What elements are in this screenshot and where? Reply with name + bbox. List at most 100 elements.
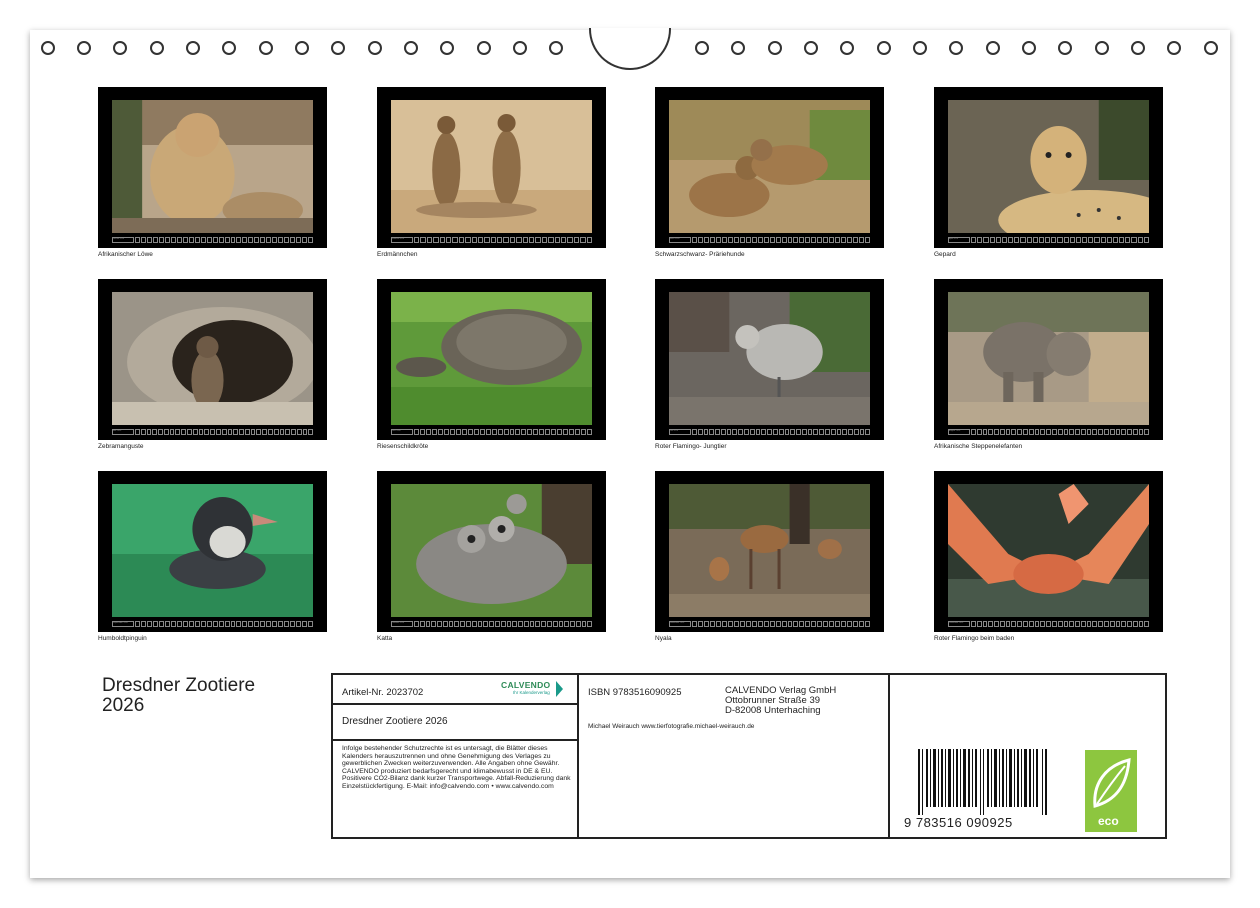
month-thumbnail: September 2026 <box>98 471 327 632</box>
isbn-barcode: 9 783516 090925 <box>904 749 1048 833</box>
binding-ring <box>1167 41 1181 55</box>
month-thumbnail: März 2026 <box>655 87 884 248</box>
month-thumbnail: November 2026 <box>655 471 884 632</box>
calvendo-logo-subtext: Ihr Kalenderverlag <box>513 690 550 695</box>
binding-ring <box>186 41 200 55</box>
calvendo-logo: CALVENDO Ihr Kalenderverlag <box>501 680 571 698</box>
eco-label: eco <box>1098 814 1119 828</box>
month-day-strip: Februar 2026 <box>391 237 592 243</box>
month-thumbnail: April 2026 <box>934 87 1163 248</box>
photo-caption: Riesenschildkröte <box>377 443 429 450</box>
photo-caption: Erdmännchen <box>377 251 418 258</box>
mongoose-photo <box>112 292 313 425</box>
calendar-title-line1: Dresdner Zootiere <box>102 675 256 696</box>
binding-ring <box>1204 41 1218 55</box>
binding-ring <box>404 41 418 55</box>
lemur-photo <box>391 484 592 617</box>
row-divider <box>333 739 577 741</box>
month-label: September 2026 <box>112 621 134 627</box>
binding-ring <box>41 41 55 55</box>
author-credit: Michael Weirauch www.tierfotografie.mich… <box>588 723 755 730</box>
flamingo-bathing-photo <box>948 484 1149 617</box>
binding-ring <box>440 41 454 55</box>
binding-ring <box>877 41 891 55</box>
photo-caption: Afrikanischer Löwe <box>98 251 153 258</box>
article-number: Artikel-Nr. 2023702 <box>342 687 424 698</box>
calendar-title: Dresdner Zootiere 2026 <box>102 676 255 716</box>
photo-caption: Zebramanguste <box>98 443 144 450</box>
photo-caption: Gepard <box>934 251 956 258</box>
penguin-photo <box>112 484 313 617</box>
binding-ring <box>549 41 563 55</box>
month-thumbnail: August 2026 <box>934 279 1163 440</box>
lion-photo <box>112 100 313 233</box>
binding-ring <box>477 41 491 55</box>
binding-ring <box>804 41 818 55</box>
publisher-info-panel: Artikel-Nr. 2023702 CALVENDO Ihr Kalende… <box>331 673 1167 839</box>
publisher-city: D-82008 Unterhaching <box>725 705 821 716</box>
binding-ring <box>331 41 345 55</box>
month-day-strip: August 2026 <box>948 429 1150 435</box>
binding-ring <box>768 41 782 55</box>
month-thumbnail: Juni 2026 <box>377 279 606 440</box>
photo-caption: Humboldtpinguin <box>98 635 147 642</box>
barcode-digits: 9 783516 090925 <box>904 815 1013 830</box>
month-day-strip: April 2026 <box>948 237 1149 243</box>
calendar-title-info: Dresdner Zootiere 2026 <box>342 716 448 727</box>
column-divider <box>577 675 579 837</box>
cheetah-photo <box>948 100 1149 233</box>
binding-ring <box>113 41 127 55</box>
month-day-strip: Mai 2026 <box>112 429 314 435</box>
binding-ring <box>731 41 745 55</box>
legal-notice: Infolge bestehender Schutzrechte ist es … <box>342 745 571 790</box>
month-day-strip: Juli 2026 <box>669 429 871 435</box>
month-label: Juni 2026 <box>391 429 413 435</box>
binding-ring <box>259 41 273 55</box>
calvendo-logo-text: CALVENDO <box>501 680 551 690</box>
binding-ring <box>222 41 236 55</box>
month-label: Dezember 2026 <box>948 621 970 627</box>
month-thumbnail: Januar 2026 <box>98 87 327 248</box>
month-thumbnail: Mai 2026 <box>98 279 327 440</box>
binding-ring <box>77 41 91 55</box>
month-label: Januar 2026 <box>112 237 134 243</box>
binding-ring <box>1022 41 1036 55</box>
month-label: Oktober 2026 <box>391 621 413 627</box>
photo-caption: Roter Flamingo beim baden <box>934 635 1015 642</box>
month-label: Juli 2026 <box>669 429 691 435</box>
calvendo-logo-mark <box>556 681 563 697</box>
month-label: Februar 2026 <box>391 237 413 243</box>
row-divider <box>333 703 577 705</box>
binding-ring <box>949 41 963 55</box>
photo-caption: Nyala <box>655 635 672 642</box>
column-divider <box>888 675 890 837</box>
month-day-strip: September 2026 <box>112 621 314 627</box>
month-thumbnail: Dezember 2026 <box>934 471 1163 632</box>
month-label: August 2026 <box>948 429 970 435</box>
month-day-strip: Oktober 2026 <box>391 621 593 627</box>
photo-caption: Katta <box>377 635 393 642</box>
meerkat-photo <box>391 100 592 233</box>
month-label: November 2026 <box>669 621 691 627</box>
binding-ring <box>368 41 382 55</box>
flamingo-chick-photo <box>669 292 870 425</box>
nyala-photo <box>669 484 870 617</box>
photo-caption: Schwarzschwanz- Präriehunde <box>655 251 745 258</box>
month-day-strip: Juni 2026 <box>391 429 593 435</box>
binding-ring <box>513 41 527 55</box>
month-day-strip: Dezember 2026 <box>948 621 1150 627</box>
month-thumbnail: Juli 2026 <box>655 279 884 440</box>
month-label: Mai 2026 <box>112 429 134 435</box>
elephant-photo <box>948 292 1149 425</box>
binding-ring <box>695 41 709 55</box>
eco-badge: eco <box>1085 750 1137 832</box>
isbn: ISBN 9783516090925 <box>588 687 682 698</box>
month-thumbnail: Februar 2026 <box>377 87 606 248</box>
photo-caption: Afrikanische Steppenelefanten <box>934 443 1023 450</box>
binding-ring <box>1131 41 1145 55</box>
month-day-strip: November 2026 <box>669 621 871 627</box>
binding-ring <box>1095 41 1109 55</box>
month-day-strip: März 2026 <box>669 237 871 243</box>
month-thumbnail: Oktober 2026 <box>377 471 606 632</box>
binding-ring <box>986 41 1000 55</box>
